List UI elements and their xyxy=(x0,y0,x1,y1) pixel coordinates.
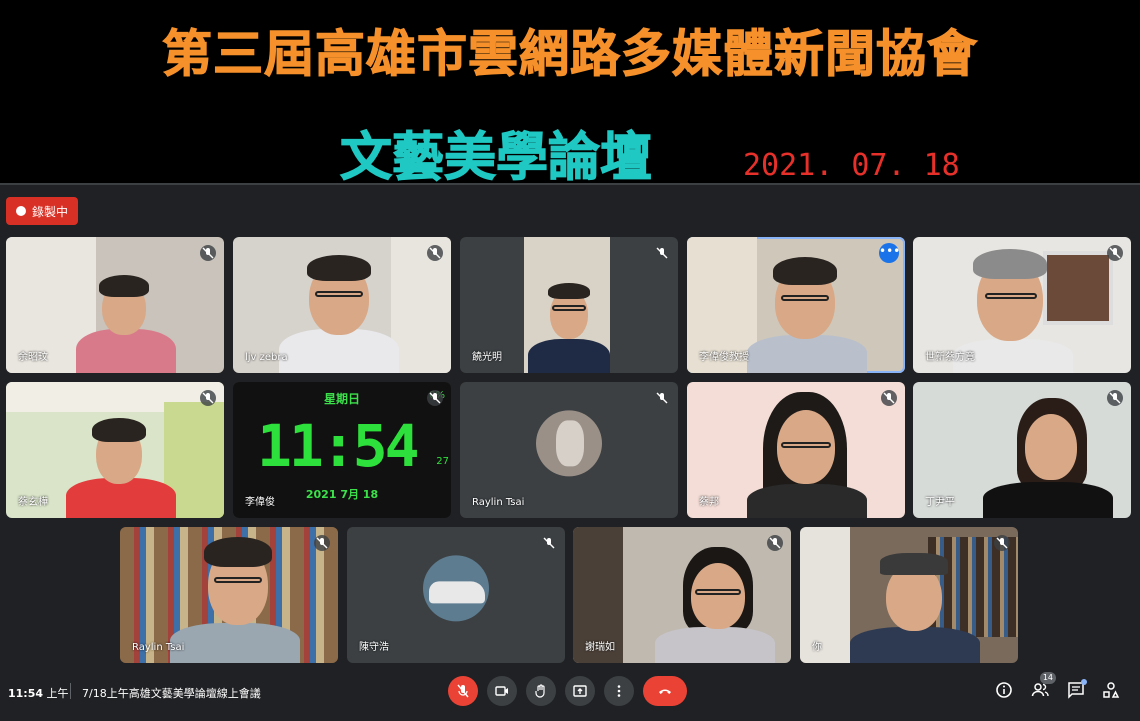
participant-name: 謝瑞如 xyxy=(585,642,615,653)
participant-tile-active[interactable]: ••• 李偉俊教授 xyxy=(687,237,905,373)
people-button[interactable]: 14 xyxy=(1028,672,1056,702)
participant-name: 饒光明 xyxy=(472,352,502,363)
clock-time: 11:54 xyxy=(257,412,420,480)
clock-day: 星期日 xyxy=(323,392,360,406)
avatar xyxy=(536,410,602,477)
participant-name: 蔡邦 xyxy=(699,497,719,508)
participant-name: 世新蔡方竟 xyxy=(925,352,975,363)
divider xyxy=(70,683,71,699)
meeting-window: 錄製中 余昭玟 ljv zebra 饒光明 ••• 李偉俊教授 世新蔡方竟 蔡玄… xyxy=(0,183,1140,721)
meeting-clock: 11:54 上午 xyxy=(8,687,69,700)
participant-name: 陳守浩 xyxy=(359,642,389,653)
meeting-title: 7/18上午高雄文藝美學論壇線上會議 xyxy=(82,687,261,700)
recording-label: 錄製中 xyxy=(32,204,69,219)
participant-video xyxy=(66,263,186,373)
participant-video xyxy=(526,269,612,373)
more-options-button[interactable] xyxy=(604,676,634,706)
banner-subtitle: 文藝美學論壇 xyxy=(339,128,653,189)
more-options-icon[interactable]: ••• xyxy=(879,243,900,263)
mic-off-icon xyxy=(200,245,216,261)
mic-off-icon xyxy=(427,390,443,406)
clock-seconds: 27 xyxy=(436,456,449,467)
participant-name: Raylin Tsai xyxy=(472,497,525,508)
participant-name: 丁尹平 xyxy=(925,497,955,508)
participant-name: 你 xyxy=(812,642,822,653)
participant-count-badge: 14 xyxy=(1039,672,1056,684)
activities-icon xyxy=(1103,682,1120,698)
participant-name: 李偉俊教授 xyxy=(699,352,749,363)
participant-name: 李偉俊 xyxy=(245,497,275,508)
participant-name: ljv zebra xyxy=(245,352,288,363)
mic-off-icon xyxy=(994,535,1010,551)
participant-video xyxy=(840,543,990,663)
participant-name: 余昭玟 xyxy=(18,352,48,363)
participant-tile[interactable]: 謝瑞如 xyxy=(573,527,791,663)
mic-off-icon xyxy=(314,535,330,551)
mic-off-icon xyxy=(767,535,783,551)
video-icon xyxy=(495,686,508,696)
unread-dot xyxy=(1081,679,1087,685)
participant-tile[interactable]: 陳守浩 xyxy=(347,527,565,663)
participant-video xyxy=(643,543,783,663)
participant-tile[interactable]: 蔡邦 xyxy=(687,382,905,518)
participant-tile[interactable]: 蔡玄樺 xyxy=(6,382,224,518)
present-button[interactable] xyxy=(565,676,595,706)
participant-tile-self[interactable]: 你 xyxy=(800,527,1018,663)
hand-icon xyxy=(535,684,545,698)
record-dot-icon xyxy=(16,206,26,216)
participant-name: 蔡玄樺 xyxy=(18,497,48,508)
mic-off-icon xyxy=(1107,390,1123,406)
participant-tile[interactable]: Raylin Tsai xyxy=(120,527,338,663)
mic-toggle-button[interactable] xyxy=(448,676,478,706)
mic-off-icon xyxy=(881,390,897,406)
more-vert-icon xyxy=(617,685,621,697)
meeting-details-button[interactable] xyxy=(992,678,1016,702)
participant-tile[interactable]: 饒光明 xyxy=(460,237,678,373)
screenshot: 第三屆高雄市雲網路多媒體新聞協會 文藝美學論壇 2021. 07. 18 錄製中… xyxy=(0,0,1140,721)
present-icon xyxy=(573,685,587,697)
participant-tile[interactable]: 丁尹平 xyxy=(913,382,1131,518)
info-icon xyxy=(996,682,1012,698)
participant-video xyxy=(973,394,1123,518)
banner-date: 2021. 07. 18 xyxy=(743,148,960,183)
raise-hand-button[interactable] xyxy=(526,676,556,706)
leave-call-button[interactable] xyxy=(643,676,687,706)
activities-button[interactable] xyxy=(1099,678,1123,702)
participant-tile-clock[interactable]: 星期日 0% 11:54 27 2021 7月 18 李偉俊 xyxy=(233,382,451,518)
avatar xyxy=(423,555,489,622)
participant-video xyxy=(727,249,877,373)
mic-off-icon xyxy=(541,535,557,551)
phone-hangup-icon xyxy=(659,689,671,694)
participant-video xyxy=(56,408,186,518)
chat-button[interactable] xyxy=(1064,678,1088,702)
participant-tile[interactable]: 世新蔡方竟 xyxy=(913,237,1131,373)
participant-tile[interactable]: 余昭玟 xyxy=(6,237,224,373)
participant-tile[interactable]: ljv zebra xyxy=(233,237,451,373)
recording-indicator[interactable]: 錄製中 xyxy=(6,197,79,225)
mic-off-icon xyxy=(427,245,443,261)
participant-tile[interactable]: Raylin Tsai xyxy=(460,382,678,518)
bottom-control-bar: 11:54 上午 7/18上午高雄文藝美學論壇線上會議 14 xyxy=(0,663,1140,721)
mic-off-icon xyxy=(654,390,670,406)
camera-toggle-button[interactable] xyxy=(487,676,517,706)
mic-off-icon xyxy=(457,684,469,698)
mic-off-icon xyxy=(1107,245,1123,261)
mic-off-icon xyxy=(200,390,216,406)
mic-off-icon xyxy=(654,245,670,261)
banner-title: 第三屆高雄市雲網路多媒體新聞協會 xyxy=(162,25,978,84)
participant-video xyxy=(737,388,877,518)
participant-name: Raylin Tsai xyxy=(132,642,185,653)
